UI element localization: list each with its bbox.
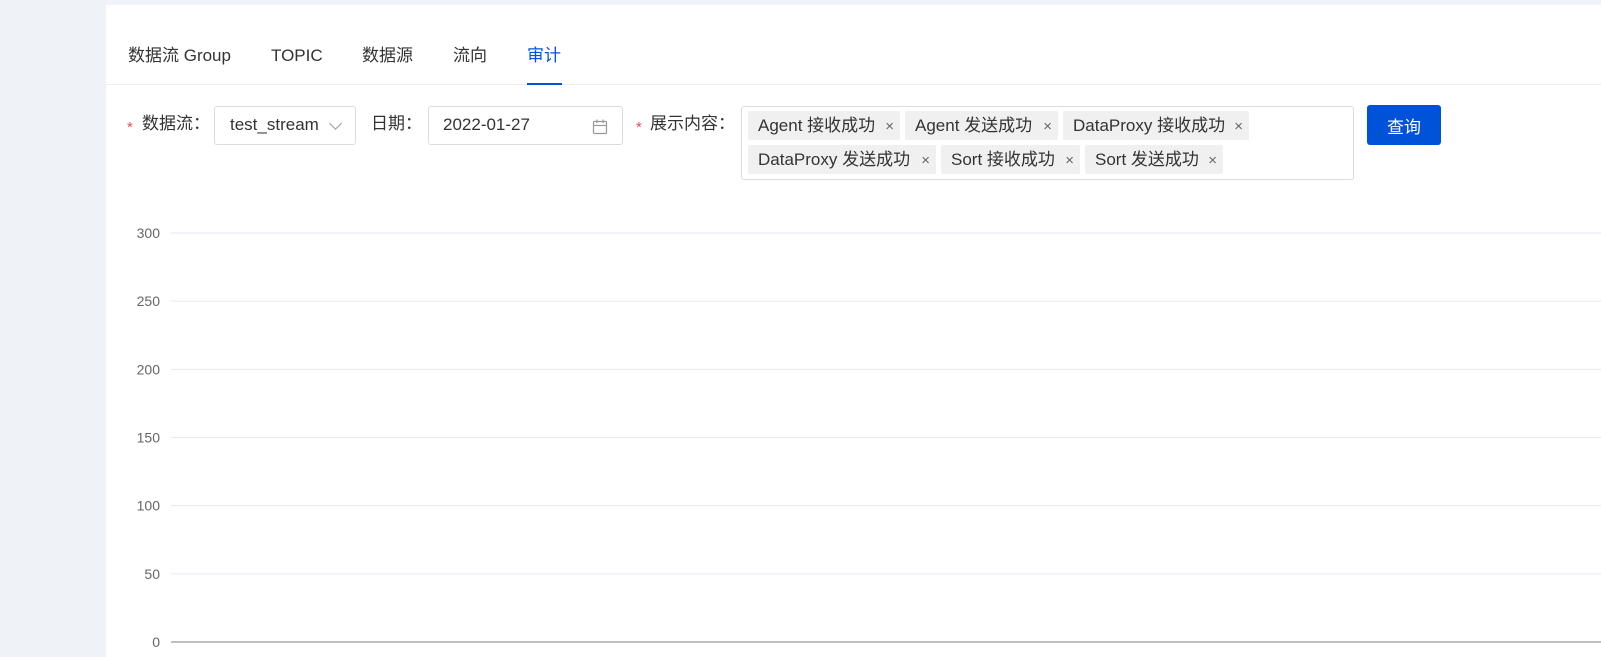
audit-panel: 数据流 Group TOPIC 数据源 流向 审计 * 数据流： test_st… [106,5,1601,657]
audit-chart: 300 250 200 150 100 50 0 [137,225,1601,650]
y-tick-label: 50 [144,566,160,582]
y-tick-label: 150 [137,430,161,446]
y-tick-label: 100 [137,498,161,514]
y-tick-label: 300 [137,225,161,241]
y-tick-label: 250 [137,293,161,309]
y-tick-label: 200 [137,361,161,377]
y-tick-label: 0 [152,634,160,650]
